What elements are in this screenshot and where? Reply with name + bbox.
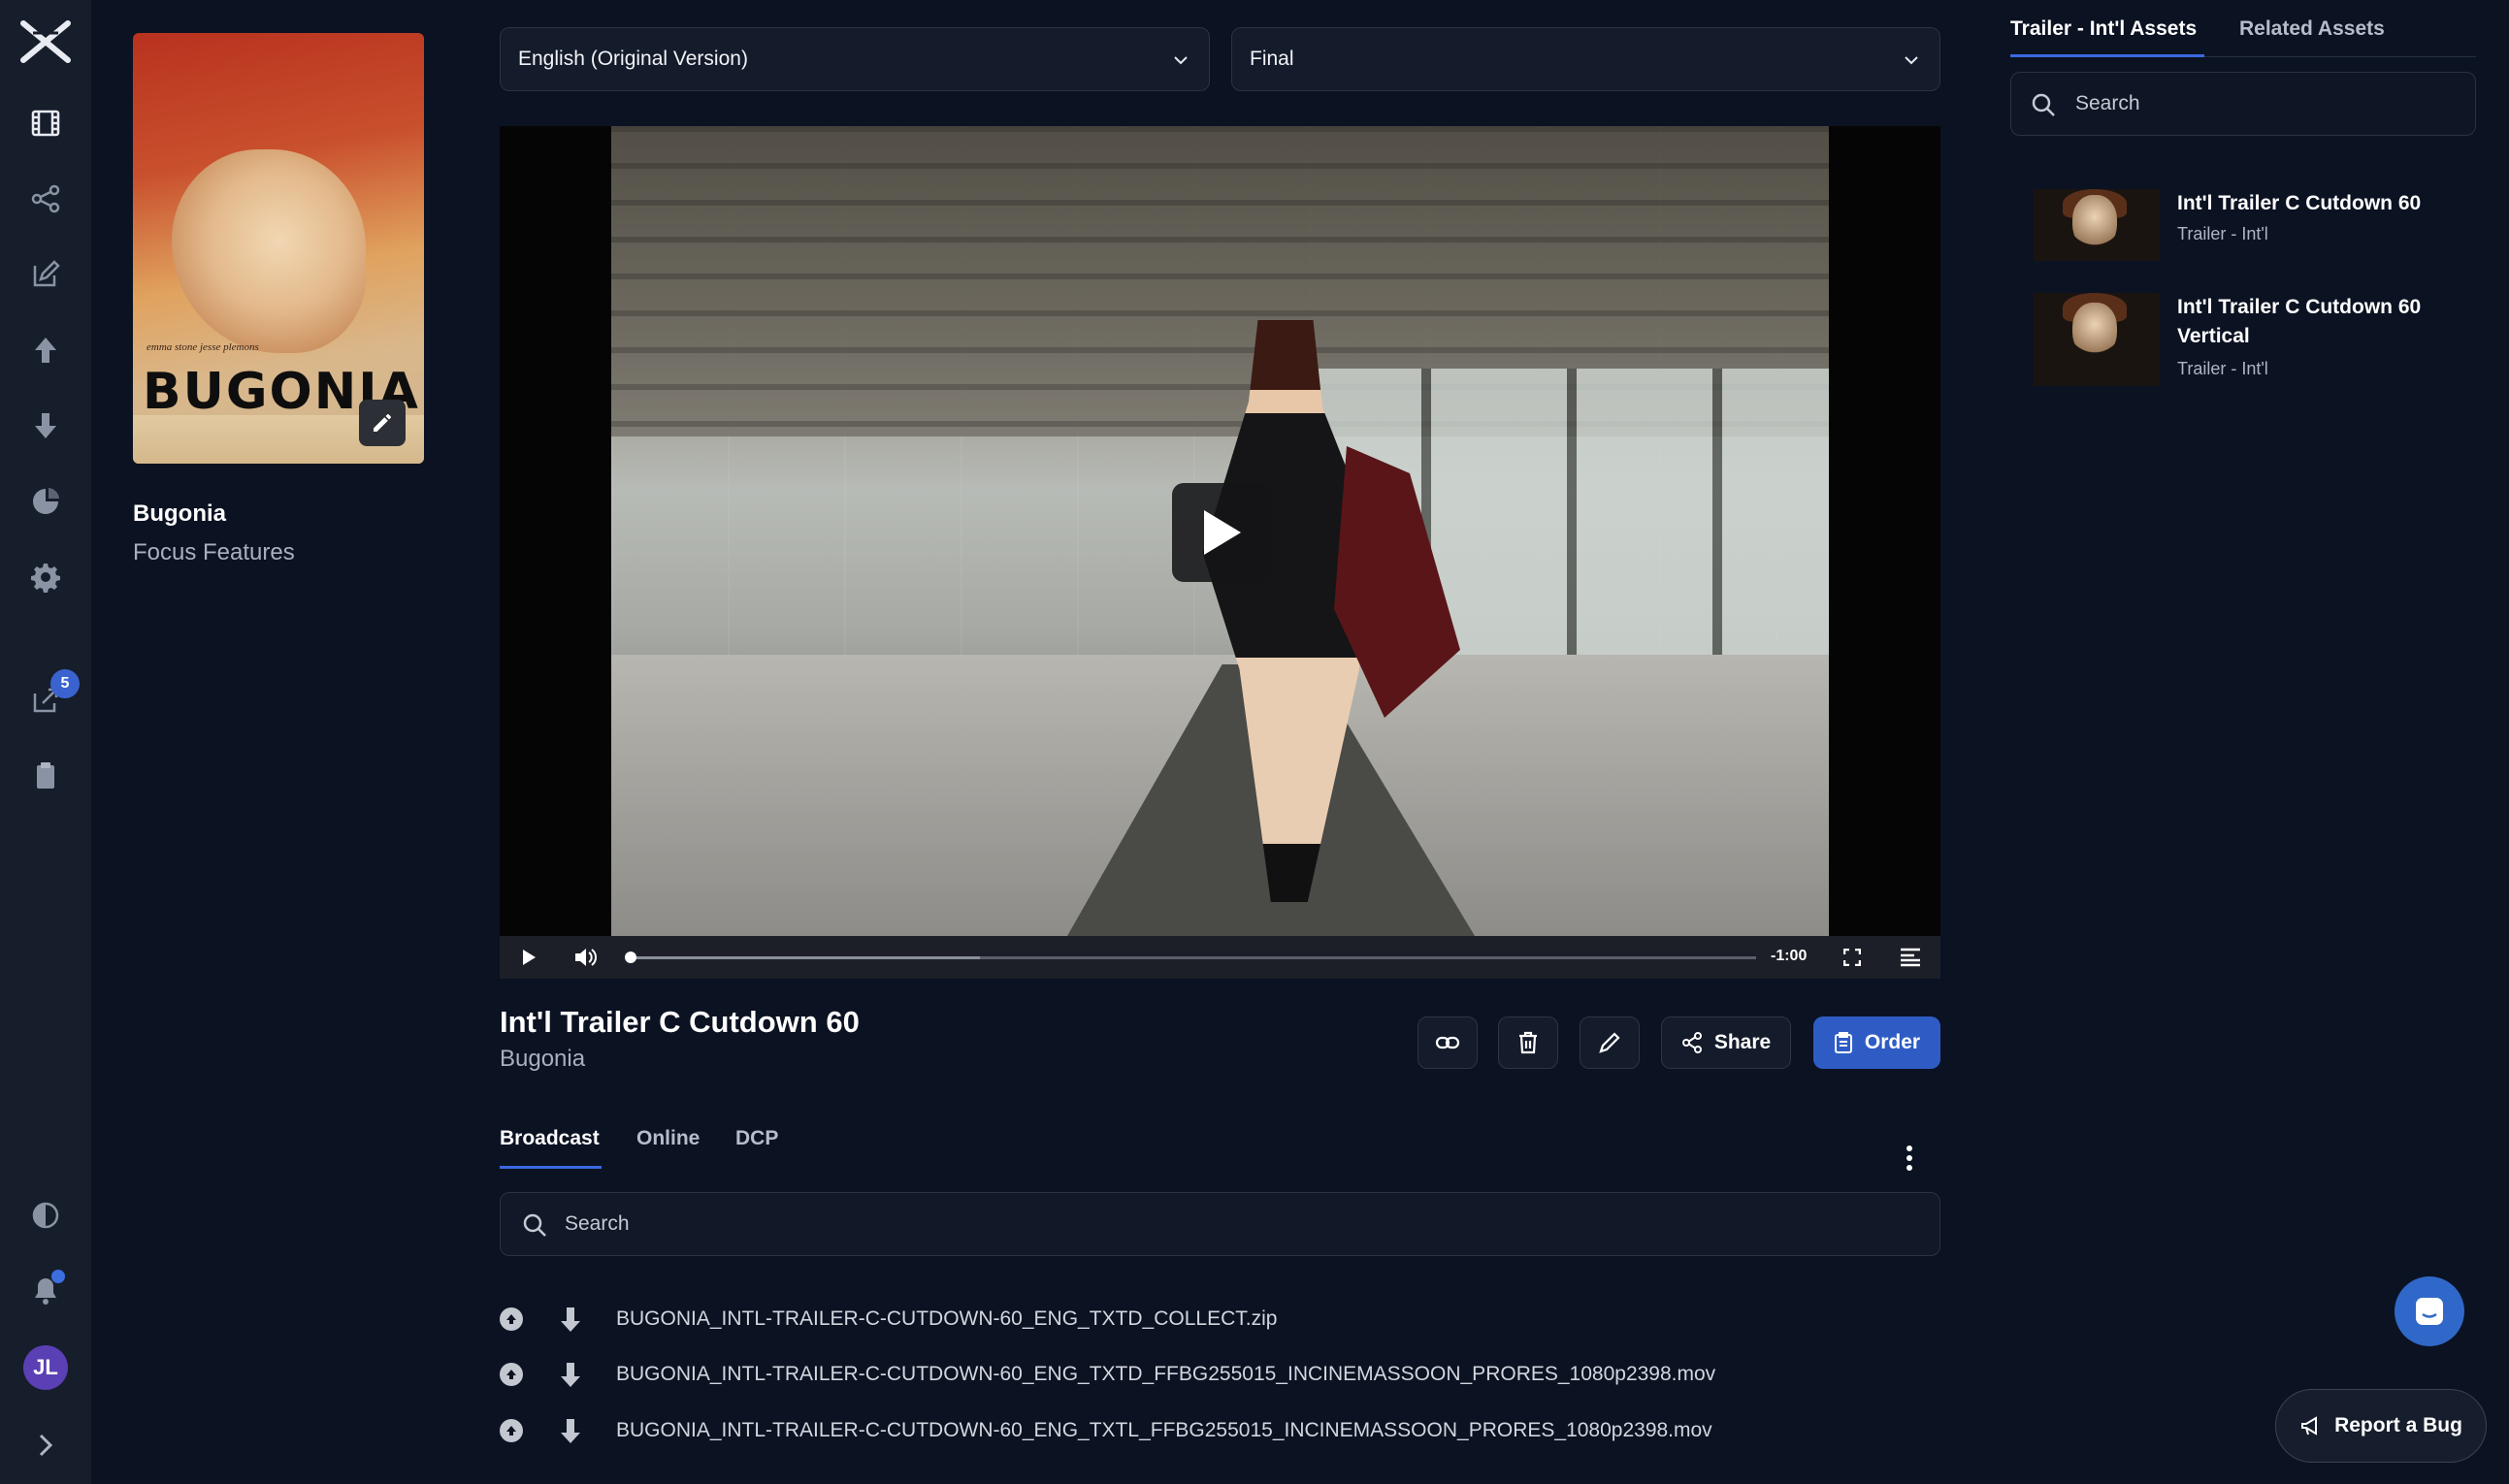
assets-search-input[interactable]: Search (2010, 72, 2476, 136)
volume-icon (575, 949, 597, 966)
active-tab-indicator (500, 1166, 602, 1169)
assets-search-placeholder: Search (2075, 92, 2140, 114)
kebab-menu-icon (1906, 1145, 1912, 1171)
share-label: Share (1713, 1031, 1772, 1053)
download-arrow-icon[interactable] (558, 1361, 583, 1388)
film-icon[interactable] (26, 104, 65, 143)
tab-related-assets[interactable]: Related Assets (2239, 17, 2385, 41)
film-studio: Focus Features (133, 539, 295, 565)
time-remaining: -1:00 (1771, 948, 1808, 964)
report-bug-label: Report a Bug (2334, 1414, 2462, 1436)
analytics-pie-icon[interactable] (26, 482, 65, 521)
files-search-placeholder: Search (565, 1212, 630, 1235)
download-arrow-icon[interactable] (558, 1417, 583, 1444)
tab-dcp[interactable]: DCP (735, 1127, 778, 1150)
chevron-down-icon (1174, 56, 1188, 65)
poster-credits: emma stone jesse plemons (147, 341, 259, 353)
search-icon (2032, 93, 2055, 116)
chapters-button[interactable] (1897, 944, 1924, 971)
link-icon (1435, 1036, 1460, 1049)
film-poster: emma stone jesse plemons BUGONIA (133, 33, 424, 464)
progress-buffered (631, 956, 980, 959)
pencil-icon (1599, 1032, 1620, 1053)
files-search-input[interactable]: Search (500, 1192, 1940, 1256)
unread-dot (51, 1270, 65, 1283)
download-arrow-icon[interactable] (558, 1306, 583, 1333)
file-name[interactable]: BUGONIA_INTL-TRAILER-C-CUTDOWN-60_ENG_TX… (616, 1419, 1712, 1442)
play-icon (523, 950, 536, 965)
version-select[interactable]: Final (1231, 27, 1940, 91)
tab-broadcast[interactable]: Broadcast (500, 1127, 600, 1150)
related-asset-subtitle: Trailer - Int'l (2177, 224, 2268, 243)
related-asset-title: Int'l Trailer C Cutdown 60 Vertical (2177, 296, 2422, 347)
chapters-menu-icon (1901, 948, 1920, 967)
file-name[interactable]: BUGONIA_INTL-TRAILER-C-CUTDOWN-60_ENG_TX… (616, 1307, 1277, 1331)
pencil-icon (374, 414, 391, 432)
trash-icon (1519, 1031, 1537, 1054)
order-button[interactable]: Order (1813, 1016, 1940, 1069)
notification-count-badge: 5 (50, 669, 80, 698)
share-icon (1681, 1032, 1702, 1053)
delete-button[interactable] (1498, 1016, 1558, 1069)
app-logo-icon[interactable] (19, 19, 72, 64)
fullscreen-icon (1843, 949, 1861, 966)
asset-subtitle: Bugonia (500, 1046, 586, 1072)
upload-circle-icon[interactable] (500, 1419, 523, 1442)
file-name[interactable]: BUGONIA_INTL-TRAILER-C-CUTDOWN-60_ENG_TX… (616, 1363, 1715, 1386)
asset-thumbnail (2034, 189, 2160, 261)
poster-artwork (172, 149, 366, 353)
fullscreen-button[interactable] (1839, 944, 1866, 971)
upload-circle-icon[interactable] (500, 1307, 523, 1331)
tab-online[interactable]: Online (636, 1127, 700, 1150)
related-asset-item[interactable]: Int'l Trailer C Cutdown 60 Vertical Trai… (2034, 293, 2470, 390)
chevron-down-icon (1905, 56, 1918, 65)
order-label: Order (1864, 1031, 1921, 1053)
edit-document-icon[interactable] (26, 255, 65, 294)
upload-icon[interactable] (26, 331, 65, 370)
asset-thumbnail (2034, 293, 2160, 386)
search-icon (523, 1213, 546, 1237)
edit-poster-button[interactable] (359, 400, 406, 446)
download-icon[interactable] (26, 406, 65, 445)
volume-button[interactable] (571, 944, 599, 971)
report-bug-button[interactable]: Report a Bug (2275, 1389, 2487, 1463)
nav-rail: 5 JL (0, 0, 91, 1484)
user-avatar[interactable]: JL (23, 1345, 68, 1390)
right-active-tab-indicator (2010, 54, 2204, 57)
more-options-button[interactable] (1902, 1143, 1917, 1174)
upload-circle-icon[interactable] (500, 1363, 523, 1386)
expand-chevron-icon[interactable] (26, 1426, 65, 1465)
progress-handle[interactable] (625, 952, 636, 963)
settings-gear-icon[interactable] (26, 558, 65, 597)
share-button[interactable]: Share (1661, 1016, 1791, 1069)
clipboard-icon[interactable] (26, 757, 65, 795)
edit-button[interactable] (1580, 1016, 1640, 1069)
version-select-value: Final (1250, 48, 1294, 70)
related-asset-subtitle: Trailer - Int'l (2177, 359, 2268, 378)
player-controls: -1:00 (500, 936, 1940, 979)
theme-contrast-icon[interactable] (26, 1196, 65, 1235)
play-overlay-button[interactable] (1172, 483, 1271, 582)
copy-link-button[interactable] (1417, 1016, 1478, 1069)
chat-icon (2416, 1298, 2443, 1325)
play-icon (1204, 510, 1241, 555)
asset-title: Int'l Trailer C Cutdown 60 (500, 1005, 860, 1039)
film-title: Bugonia (133, 500, 226, 527)
language-select-value: English (Original Version) (518, 48, 748, 70)
play-button[interactable] (515, 944, 542, 971)
order-clipboard-icon (1834, 1032, 1852, 1053)
chat-launcher-button[interactable] (2395, 1276, 2464, 1346)
megaphone-icon (2301, 1416, 2318, 1436)
share-network-icon[interactable] (26, 179, 65, 218)
related-asset-title: Int'l Trailer C Cutdown 60 (2177, 192, 2422, 214)
language-select[interactable]: English (Original Version) (500, 27, 1210, 91)
tab-trailer-intl-assets[interactable]: Trailer - Int'l Assets (2010, 17, 2197, 41)
video-player[interactable] (500, 126, 1940, 936)
related-asset-item[interactable]: Int'l Trailer C Cutdown 60 Trailer - Int… (2034, 189, 2470, 267)
